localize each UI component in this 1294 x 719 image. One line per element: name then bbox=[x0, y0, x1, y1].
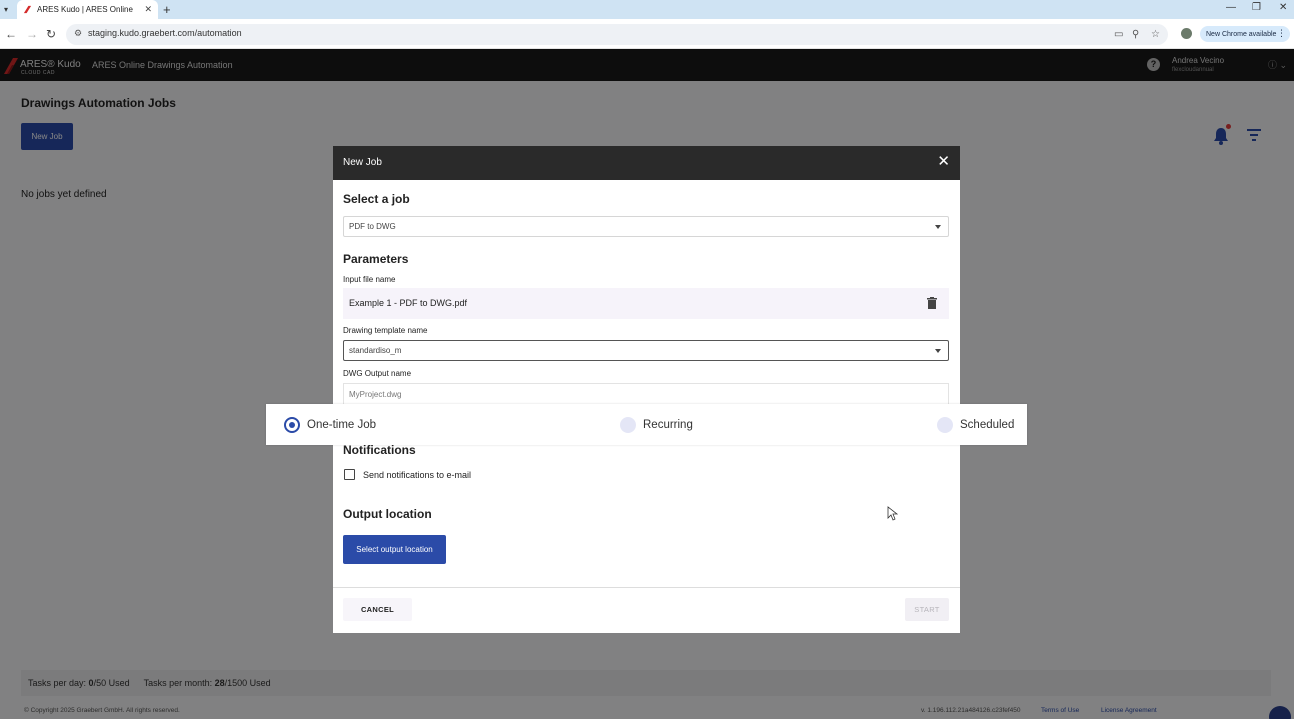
new-chrome-available-button[interactable]: New Chrome available ⋮ bbox=[1200, 26, 1290, 42]
job-schedule-radio-group: One-time Job Recurring Scheduled bbox=[266, 404, 1027, 445]
dialog-title: New Job bbox=[343, 157, 382, 168]
output-name-input[interactable]: MyProject.dwg bbox=[343, 383, 949, 405]
tab-title: ARES Kudo | ARES Online Draw bbox=[37, 5, 135, 14]
output-location-heading: Output location bbox=[343, 507, 432, 521]
new-job-dialog: New Job ✕ Select a job PDF to DWG Parame… bbox=[333, 146, 960, 633]
chrome-menu-icon[interactable]: ⋮ bbox=[1277, 28, 1286, 39]
ares-favicon-icon bbox=[23, 5, 32, 14]
radio-recurring[interactable]: Recurring bbox=[620, 415, 693, 435]
template-value: standardiso_m bbox=[349, 346, 402, 355]
site-info-icon[interactable]: ⚙ bbox=[74, 28, 82, 39]
template-select[interactable]: standardiso_m bbox=[343, 340, 949, 361]
chevron-down-icon bbox=[935, 225, 941, 229]
new-chrome-label: New Chrome available bbox=[1206, 30, 1277, 38]
radio-selected-icon[interactable] bbox=[284, 417, 300, 433]
radio-label: Recurring bbox=[643, 419, 693, 431]
close-icon[interactable]: ✕ bbox=[937, 153, 950, 171]
input-file-value: Example 1 - PDF to DWG.pdf bbox=[349, 298, 468, 308]
zoom-icon[interactable]: ⚲ bbox=[1132, 29, 1139, 40]
mouse-cursor-icon bbox=[887, 506, 898, 521]
radio-label: One-time Job bbox=[307, 419, 377, 431]
parameters-heading: Parameters bbox=[343, 252, 409, 266]
radio-scheduled[interactable]: Scheduled bbox=[937, 415, 1014, 435]
start-button[interactable]: START bbox=[905, 598, 949, 621]
new-tab-icon[interactable]: + bbox=[163, 2, 171, 17]
window-close-icon[interactable]: ✕ bbox=[1279, 2, 1287, 13]
dialog-footer-divider bbox=[333, 587, 960, 588]
back-icon[interactable]: ← bbox=[5, 27, 17, 41]
job-type-select[interactable]: PDF to DWG bbox=[343, 216, 949, 237]
restore-icon[interactable]: ❐ bbox=[1252, 2, 1261, 13]
url-text: staging.kudo.graebert.com/automation bbox=[88, 28, 242, 38]
forward-icon[interactable]: → bbox=[26, 27, 38, 41]
tab-close-icon[interactable]: ✕ bbox=[144, 4, 152, 15]
reload-icon[interactable]: ↻ bbox=[46, 27, 56, 41]
profile-avatar[interactable] bbox=[1181, 28, 1192, 39]
browser-tab[interactable]: ARES Kudo | ARES Online Draw ✕ bbox=[17, 0, 158, 19]
select-job-heading: Select a job bbox=[343, 192, 410, 206]
input-file-label: Input file name bbox=[343, 275, 396, 284]
cancel-button[interactable]: CANCEL bbox=[343, 598, 412, 621]
radio-unselected-icon[interactable] bbox=[937, 417, 953, 433]
browser-toolbar: ← → ↻ ⚙ staging.kudo.graebert.com/automa… bbox=[0, 19, 1294, 49]
radio-label: Scheduled bbox=[960, 419, 1015, 431]
radio-one-time-job[interactable]: One-time Job bbox=[284, 415, 376, 435]
browser-tab-strip: ▾ ARES Kudo | ARES Online Draw ✕ + — ❐ ✕ bbox=[0, 0, 1294, 19]
radio-unselected-icon[interactable] bbox=[620, 417, 636, 433]
chevron-down-icon bbox=[935, 349, 941, 353]
input-file-field: Example 1 - PDF to DWG.pdf bbox=[343, 288, 949, 319]
trash-icon[interactable] bbox=[927, 297, 937, 309]
notifications-heading: Notifications bbox=[343, 443, 416, 457]
tab-search-chevron-icon[interactable]: ▾ bbox=[4, 5, 14, 15]
select-output-location-button[interactable]: Select output location bbox=[343, 535, 446, 564]
dialog-header: New Job ✕ bbox=[333, 146, 960, 180]
install-app-icon[interactable]: ▭ bbox=[1114, 29, 1123, 40]
output-name-label: DWG Output name bbox=[343, 369, 412, 378]
template-label: Drawing template name bbox=[343, 326, 428, 335]
bookmark-star-icon[interactable]: ☆ bbox=[1151, 29, 1160, 40]
address-bar[interactable]: ⚙ staging.kudo.graebert.com/automation ▭… bbox=[66, 24, 1168, 45]
minimize-icon[interactable]: — bbox=[1226, 2, 1236, 13]
job-type-value: PDF to DWG bbox=[349, 222, 396, 231]
send-notifications-checkbox[interactable] bbox=[344, 469, 355, 480]
send-notifications-label[interactable]: Send notifications to e-mail bbox=[363, 470, 471, 480]
